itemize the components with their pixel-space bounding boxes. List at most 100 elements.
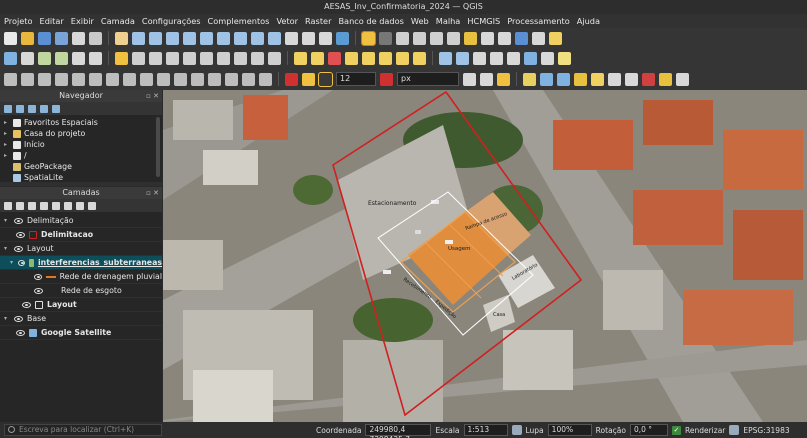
dropdown-icon[interactable]: [379, 31, 392, 45]
list-item[interactable]: ▸ Favoritos Espaciais: [0, 117, 162, 128]
map-canvas[interactable]: Estacionamento Usagem Rampa de acesso Re…: [163, 90, 807, 422]
visibility-eye-icon[interactable]: [34, 287, 43, 294]
layer-group-base[interactable]: ▾ Base: [0, 312, 162, 326]
tool-a-icon[interactable]: [608, 72, 621, 86]
menu-exibir[interactable]: Exibir: [71, 16, 94, 26]
legend-rede-drenagem[interactable]: Rede de drenagem pluvial: [0, 270, 162, 284]
menu-editar[interactable]: Editar: [40, 16, 64, 26]
lock-scale-icon[interactable]: [511, 425, 522, 435]
reshape-icon[interactable]: [106, 72, 119, 86]
rotate-label-icon[interactable]: [379, 51, 392, 65]
coordinate-field[interactable]: 249980,4 7398435,7: [365, 424, 432, 438]
redo-icon[interactable]: [268, 51, 281, 65]
split-features-icon[interactable]: [140, 72, 153, 86]
shape-tool-icon[interactable]: [523, 72, 536, 86]
fill-ring-icon[interactable]: [55, 72, 68, 86]
field-calculator-icon[interactable]: [464, 31, 477, 45]
filter-expression-icon[interactable]: [52, 201, 60, 210]
zoom-last-icon[interactable]: [251, 31, 264, 45]
list-item[interactable]: ▸ Início: [0, 139, 162, 150]
undo-icon[interactable]: [251, 51, 264, 65]
remove-layer-icon[interactable]: [88, 201, 96, 210]
merge-attributes-icon[interactable]: [191, 72, 204, 86]
visibility-eye-icon[interactable]: [14, 245, 23, 252]
copy-features-icon[interactable]: [217, 51, 230, 65]
refresh-icon[interactable]: [16, 104, 24, 113]
label-properties-icon[interactable]: [413, 51, 426, 65]
navigator-scrollbar[interactable]: [156, 117, 160, 177]
merge-features-icon[interactable]: [174, 72, 187, 86]
measure-icon[interactable]: [515, 31, 528, 45]
layer-group-delimitacao[interactable]: ▾ Delimitação: [0, 214, 162, 228]
scale-field[interactable]: 1:513: [463, 424, 508, 436]
render-checkbox[interactable]: ✓: [671, 425, 681, 435]
zoom-layer-icon[interactable]: [217, 31, 230, 45]
zoom-selection-icon[interactable]: [200, 31, 213, 45]
snapping-vertex-icon[interactable]: [302, 72, 315, 86]
layer-layout[interactable]: Layout: [0, 298, 162, 312]
settings-gear-icon[interactable]: [473, 51, 486, 65]
menu-camada[interactable]: Camada: [101, 16, 135, 26]
visibility-eye-icon[interactable]: [17, 259, 25, 266]
add-part-icon[interactable]: [38, 72, 51, 86]
new-print-layout-icon[interactable]: [72, 31, 85, 45]
select-by-value-icon[interactable]: [413, 31, 426, 45]
legend-rede-esgoto[interactable]: Rede de esgoto: [0, 284, 162, 298]
clear-tolerance-icon[interactable]: [380, 72, 393, 86]
new-temp-layer-icon[interactable]: [72, 51, 85, 65]
collapse-all-icon[interactable]: [76, 201, 84, 210]
refresh-icon[interactable]: [336, 31, 349, 45]
filter-legend-icon[interactable]: [40, 201, 48, 210]
delete-selected-icon[interactable]: [183, 51, 196, 65]
satellite-map[interactable]: Estacionamento Usagem Rampa de acesso Re…: [163, 90, 807, 422]
expand-all-icon[interactable]: [64, 201, 72, 210]
trace-icon[interactable]: [497, 72, 510, 86]
zoom-next-icon[interactable]: [268, 31, 281, 45]
save-edits-icon[interactable]: [132, 51, 145, 65]
layer-styling-icon[interactable]: [4, 201, 12, 210]
snap-intersection-icon[interactable]: [480, 72, 493, 86]
panel-close-icon[interactable]: ▫ ✕: [146, 187, 159, 199]
cut-features-icon[interactable]: [200, 51, 213, 65]
save-project-icon[interactable]: [38, 31, 51, 45]
menu-configuracoes[interactable]: Configurações: [142, 16, 201, 26]
magnifier-field[interactable]: 100%: [547, 424, 592, 436]
data-source-manager-icon[interactable]: [4, 51, 17, 65]
rotate-point-icon[interactable]: [208, 72, 221, 86]
reverse-line-icon[interactable]: [242, 72, 255, 86]
visibility-eye-icon[interactable]: [16, 329, 25, 336]
zoom-out-icon[interactable]: [166, 31, 179, 45]
snap-units-select[interactable]: px: [397, 72, 459, 86]
visibility-eye-icon[interactable]: [34, 273, 43, 280]
rotation-field[interactable]: 0,0 °: [629, 424, 668, 436]
menu-hcmgis[interactable]: HCMGIS: [467, 16, 500, 26]
new-map-view-icon[interactable]: [285, 31, 298, 45]
statistical-summary-icon[interactable]: [498, 31, 511, 45]
menu-malha[interactable]: Malha: [436, 16, 461, 26]
trim-extend-icon[interactable]: [259, 72, 272, 86]
split-parts-icon[interactable]: [157, 72, 170, 86]
new-geopackage-icon[interactable]: [21, 51, 34, 65]
paste-features-icon[interactable]: [234, 51, 247, 65]
pan-icon[interactable]: [115, 31, 128, 45]
offset-curve-icon[interactable]: [123, 72, 136, 86]
deselect-icon[interactable]: [430, 31, 443, 45]
menu-complementos[interactable]: Complementos: [208, 16, 270, 26]
open-table-icon[interactable]: [447, 31, 460, 45]
visibility-eye-icon[interactable]: [14, 217, 23, 224]
crs-globe-icon[interactable]: [729, 425, 740, 435]
locator-search-input[interactable]: Escreva para localizar (Ctrl+K): [4, 424, 162, 436]
processing-toolbox-icon[interactable]: [481, 31, 494, 45]
new-virtual-layer-icon[interactable]: [89, 51, 102, 65]
properties-icon[interactable]: [52, 104, 60, 113]
map-tips-icon[interactable]: [532, 31, 545, 45]
comment-icon[interactable]: [558, 51, 571, 65]
tool-b-icon[interactable]: [625, 72, 638, 86]
menu-vetor[interactable]: Vetor: [276, 16, 298, 26]
select-features-icon[interactable]: [396, 31, 409, 45]
collapse-all-icon[interactable]: [40, 104, 48, 113]
layer-google-satellite[interactable]: Google Satellite: [0, 326, 162, 340]
list-item[interactable]: GeoPackage: [0, 161, 162, 172]
snapping-mode-icon[interactable]: [318, 71, 333, 87]
temporal-controller-icon[interactable]: [319, 31, 332, 45]
